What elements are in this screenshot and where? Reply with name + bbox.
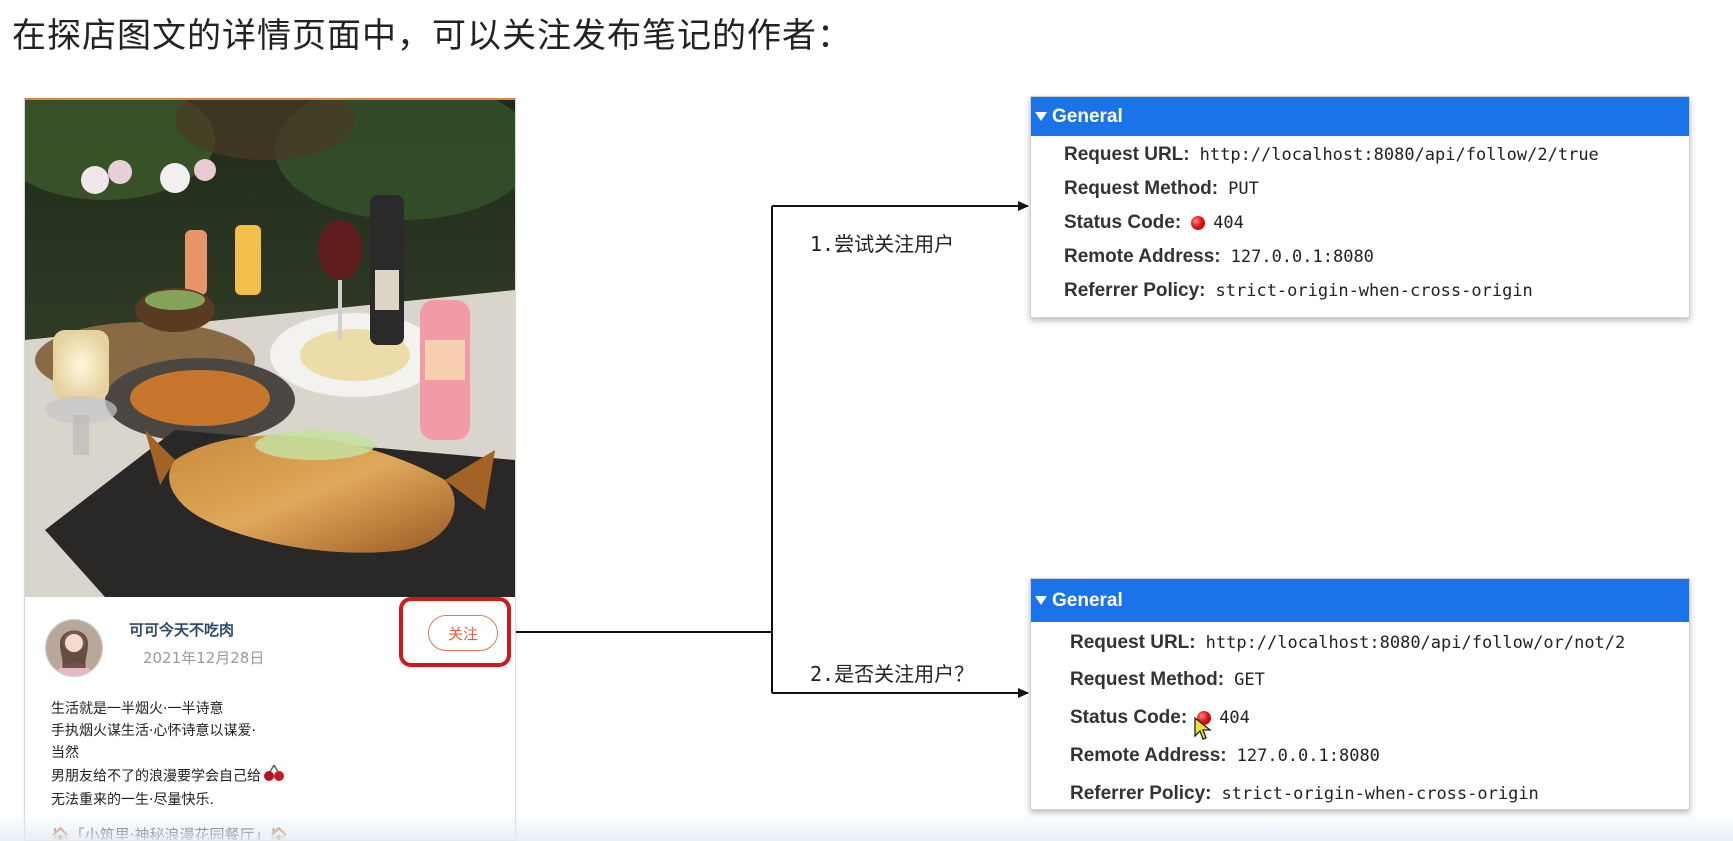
status-code-row: Status Code: 404 <box>1070 699 1689 740</box>
general-header-label: General <box>1052 105 1123 127</box>
network-panel-follow: General Request URL: http://localhost:80… <box>1030 96 1690 318</box>
referrer-policy-label: Referrer Policy: <box>1064 280 1206 301</box>
status-code-row: Status Code: 404 <box>1064 206 1689 240</box>
request-url-label: Request URL: <box>1070 631 1196 653</box>
request-method-row: Request Method: GET <box>1070 661 1689 699</box>
status-code-label: Status Code: <box>1070 707 1188 728</box>
remote-address-label: Remote Address: <box>1064 246 1221 267</box>
general-header-label: General <box>1052 589 1123 611</box>
collapse-triangle-icon[interactable] <box>1035 112 1047 121</box>
request-url-row: Request URL: http://localhost:8080/api/f… <box>1064 138 1689 172</box>
network-panel-is-following: General Request URL: http://localhost:80… <box>1030 578 1690 810</box>
request-method-label: Request Method: <box>1064 178 1219 199</box>
remote-address-row: Remote Address: 127.0.0.1:8080 <box>1064 240 1689 274</box>
status-code-label: Status Code: <box>1064 212 1182 233</box>
referrer-policy-row: Referrer Policy: strict-origin-when-cros… <box>1070 775 1689 813</box>
general-section-header[interactable]: General <box>1031 579 1689 622</box>
request-method-row: Request Method: PUT <box>1064 172 1689 206</box>
step-label-follow: 1.尝试关注用户 <box>810 232 955 256</box>
error-status-icon <box>1191 216 1206 230</box>
referrer-policy-value: strict-origin-when-cross-origin <box>1215 281 1533 301</box>
remote-address-value: 127.0.0.1:8080 <box>1236 746 1380 766</box>
remote-address-value: 127.0.0.1:8080 <box>1230 247 1374 267</box>
status-code-value: 404 <box>1219 708 1250 728</box>
request-method-label: Request Method: <box>1070 669 1225 690</box>
referrer-policy-label: Referrer Policy: <box>1070 783 1212 804</box>
remote-address-row: Remote Address: 127.0.0.1:8080 <box>1070 737 1689 775</box>
referrer-policy-row: Referrer Policy: strict-origin-when-cros… <box>1064 274 1689 308</box>
collapse-triangle-icon[interactable] <box>1035 596 1047 605</box>
request-url-row: Request URL: http://localhost:8080/api/f… <box>1070 624 1689 661</box>
step-label-is-following: 2.是否关注用户？ <box>810 662 975 686</box>
general-section-header[interactable]: General <box>1031 97 1689 136</box>
request-url-value: http://localhost:8080/api/follow/2/true <box>1199 145 1599 165</box>
remote-address-label: Remote Address: <box>1070 745 1227 766</box>
status-code-value: 404 <box>1213 213 1244 233</box>
request-method-value: GET <box>1234 670 1265 690</box>
referrer-policy-value: strict-origin-when-cross-origin <box>1221 784 1539 804</box>
request-method-value: PUT <box>1228 179 1259 199</box>
request-url-label: Request URL: <box>1064 144 1190 165</box>
request-url-value: http://localhost:8080/api/follow/or/not/… <box>1205 632 1626 653</box>
